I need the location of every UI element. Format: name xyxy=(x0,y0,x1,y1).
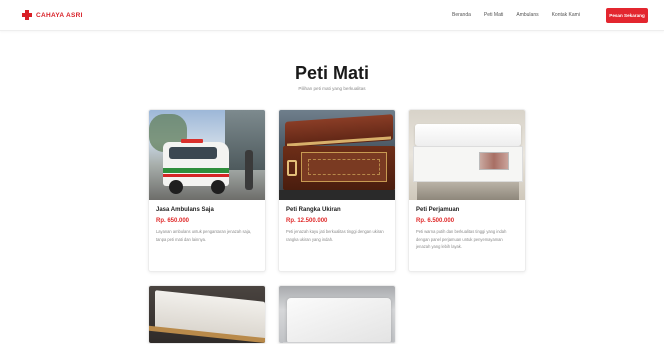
product-card[interactable]: Jasa Ambulans Saja Rp. 650.000 Layanan a… xyxy=(148,109,266,272)
nav-link-peti-mati[interactable]: Peti Mati xyxy=(484,12,503,18)
brand-name: CAHAYA ASRI xyxy=(36,11,83,19)
ambulance-image xyxy=(149,110,265,200)
brand-logo[interactable]: CAHAYA ASRI xyxy=(22,10,83,20)
product-description: Layanan ambulans untuk pengantaran jenaz… xyxy=(156,229,252,242)
product-price: Rp. 650.000 xyxy=(156,218,190,224)
product-card[interactable]: Peti Perjamuan Rp. 6.500.000 Peti warna … xyxy=(408,109,526,272)
wooden-coffin-image xyxy=(279,110,395,200)
cross-icon xyxy=(22,10,32,20)
dark-coffin-image xyxy=(149,286,265,343)
page-title: Peti Mati xyxy=(294,63,369,83)
product-price: Rp. 12.500.000 xyxy=(286,218,328,224)
product-description: Peti warna putih dan berkualitas tinggi … xyxy=(416,229,507,250)
nav-links: Beranda Peti Mati Ambulans Kontak Kami xyxy=(452,12,580,18)
navbar: CAHAYA ASRI Beranda Peti Mati Ambulans K… xyxy=(0,0,664,31)
product-title: Peti Rangka Ukiran xyxy=(286,207,341,213)
product-description: Peti jenazah kayu jati berkualitas tingg… xyxy=(286,229,384,242)
nav-link-kontak[interactable]: Kontak Kami xyxy=(552,12,580,18)
nav-link-beranda[interactable]: Beranda xyxy=(452,12,471,18)
product-title: Jasa Ambulans Saja xyxy=(156,207,214,213)
order-now-button[interactable]: Pesan Sekarang xyxy=(606,8,648,23)
nav-link-ambulans[interactable]: Ambulans xyxy=(516,12,538,18)
page-subtitle: Pilihan peti mati yang berkualitas xyxy=(298,86,366,91)
white-coffin-image xyxy=(409,110,525,200)
product-card[interactable] xyxy=(278,285,396,344)
product-card[interactable]: Peti Rangka Ukiran Rp. 12.500.000 Peti j… xyxy=(278,109,396,272)
grey-coffin-image xyxy=(279,286,395,343)
product-card[interactable] xyxy=(148,285,266,344)
product-price: Rp. 6.500.000 xyxy=(416,218,455,224)
product-title: Peti Perjamuan xyxy=(416,207,460,213)
